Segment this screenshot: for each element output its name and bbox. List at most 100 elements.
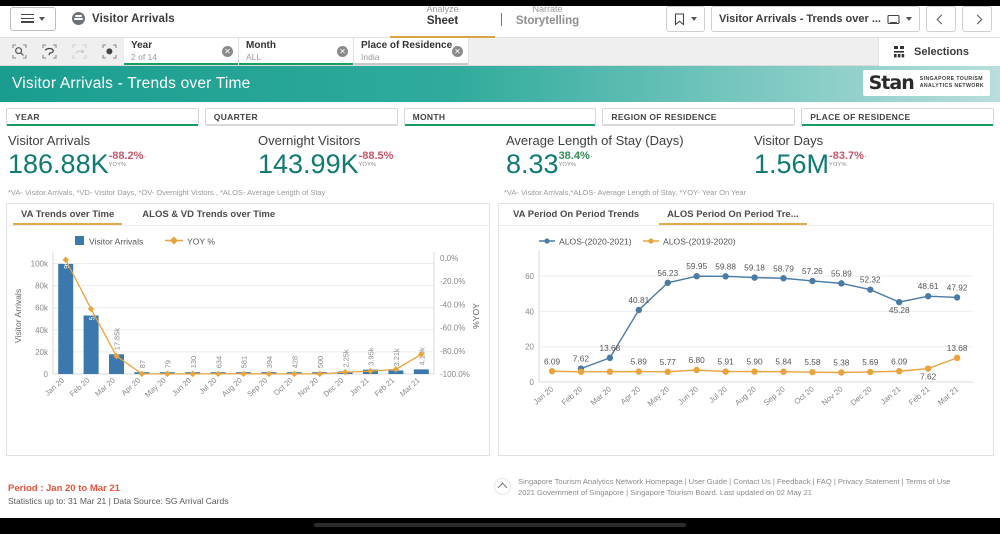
footer-links[interactable]: Singapore Tourism Analytics Network Home… <box>518 476 950 487</box>
svg-text:5.38: 5.38 <box>833 358 850 368</box>
kpi-label: Overnight Visitors <box>258 133 361 148</box>
svg-text:May 20: May 20 <box>646 384 672 408</box>
selection-chip-month[interactable]: Month ALL ✕ <box>239 38 354 65</box>
svg-text:47.92: 47.92 <box>947 282 968 292</box>
svg-text:Apr 20: Apr 20 <box>619 384 643 406</box>
svg-text:ALOS-(2020-2021): ALOS-(2020-2021) <box>559 237 632 247</box>
bookmark-button[interactable] <box>665 6 705 32</box>
selection-chip-year[interactable]: Year 2 of 14 ✕ <box>124 38 239 65</box>
svg-text:May 20: May 20 <box>143 376 168 399</box>
filter-label: QUARTER <box>213 112 258 122</box>
svg-text:Jun 20: Jun 20 <box>170 376 193 398</box>
panel-right-tabs: VA Period On Period Trends ALOS Period O… <box>499 204 993 226</box>
clear-selections-button[interactable] <box>94 38 124 66</box>
svg-text:7.62: 7.62 <box>573 354 590 364</box>
svg-text:20k: 20k <box>35 348 49 357</box>
bookmark-icon <box>674 12 685 26</box>
svg-text:130: 130 <box>189 356 198 368</box>
svg-text:Feb 21: Feb 21 <box>373 376 397 399</box>
svg-text:-60.0%: -60.0% <box>440 324 465 333</box>
filter-place-of-residence[interactable]: PLACE OF RESIDENCE <box>801 108 994 126</box>
lasso-select-button[interactable] <box>34 38 64 66</box>
chevron-right-icon <box>972 14 982 24</box>
svg-text:2.25k: 2.25k <box>341 349 350 367</box>
browser-bottom-chrome <box>0 518 1000 534</box>
period-label: Period : Jan 20 to Mar 21 <box>8 483 120 494</box>
browser-top-chrome <box>0 0 1000 6</box>
svg-text:58.79: 58.79 <box>773 263 794 273</box>
clear-chip-icon[interactable]: ✕ <box>452 46 463 57</box>
kpi-label: Visitor Days <box>754 133 824 148</box>
svg-text:428: 428 <box>291 356 300 368</box>
kpi-trend-dot: · <box>589 151 593 161</box>
filter-region-of-residence[interactable]: REGION OF RESIDENCE <box>602 108 796 126</box>
previous-sheet-button[interactable] <box>926 6 956 32</box>
svg-text:55.89: 55.89 <box>831 268 852 278</box>
svg-text:Sep 20: Sep 20 <box>762 384 787 407</box>
selection-chip-place-of-residence[interactable]: Place of Residence India ✕ <box>354 38 469 65</box>
svg-text:6.80: 6.80 <box>689 355 706 365</box>
clear-chip-icon[interactable]: ✕ <box>222 46 233 57</box>
mode-narrate-label: Storytelling <box>515 15 580 27</box>
page-title: Visitor Arrivals - Trends over Time <box>12 75 251 92</box>
svg-text:3.95k: 3.95k <box>367 347 376 365</box>
chip-state-bar <box>124 62 238 65</box>
kpi-delta-unit: YOY% <box>108 162 127 168</box>
sheet-icon <box>887 14 900 24</box>
svg-text:100k: 100k <box>31 260 49 269</box>
filter-state-bar <box>205 124 397 126</box>
step-back-button[interactable] <box>64 38 94 66</box>
svg-text:48.61: 48.61 <box>918 281 939 291</box>
va-trends-chart[interactable]: Visitor Arrivals YOY % 0 20k 40k 60k 80k 100k Vi… <box>7 226 489 457</box>
svg-text:Jan 21: Jan 21 <box>348 376 371 398</box>
chip-state-bar <box>239 62 353 65</box>
svg-text:Visitor Arrivals: Visitor Arrivals <box>13 289 23 343</box>
chevron-down-icon <box>906 17 912 21</box>
svg-text:581: 581 <box>240 356 249 368</box>
filter-month[interactable]: MONTH <box>403 108 597 126</box>
svg-text:-100.0%: -100.0% <box>440 370 470 379</box>
legend-notes: *VA- Visitor Arrivals, *VD- Visitor Days… <box>0 188 1000 201</box>
selections-grid-icon <box>894 46 905 58</box>
svg-text:40k: 40k <box>35 326 49 335</box>
svg-text:%YOY: %YOY <box>471 303 481 329</box>
tab-alos-period-on-period-trends[interactable]: ALOS Period On Period Tre... <box>653 204 812 225</box>
filter-year[interactable]: YEAR <box>6 108 199 126</box>
svg-text:Dec 20: Dec 20 <box>322 376 346 399</box>
alos-period-on-period-chart[interactable]: ALOS-(2020-2021) ALOS-(2019-2020) 0 20 40 60 7… <box>499 226 993 457</box>
home-indicator <box>314 523 686 527</box>
svg-text:40: 40 <box>525 307 534 316</box>
svg-text:5.58: 5.58 <box>804 357 821 367</box>
sheet-selector-button[interactable]: Visitor Arrivals - Trends over ... <box>710 6 920 32</box>
svg-text:45.28: 45.28 <box>889 305 910 315</box>
chip-state-bar <box>354 62 468 65</box>
filter-state-bar <box>802 124 993 126</box>
svg-text:56.23: 56.23 <box>657 268 678 278</box>
svg-text:Jan 20: Jan 20 <box>532 384 556 406</box>
svg-text:60k: 60k <box>35 304 49 313</box>
scroll-to-top-button[interactable] <box>494 478 511 495</box>
clear-chip-icon[interactable]: ✕ <box>337 46 348 57</box>
selections-label: Selections <box>914 46 970 58</box>
app-name-group[interactable]: Visitor Arrivals <box>72 12 175 25</box>
tab-alos-vd-trends-over-time[interactable]: ALOS & VD Trends over Time <box>128 204 289 225</box>
svg-text:Mar 20: Mar 20 <box>589 384 614 407</box>
svg-text:59.88: 59.88 <box>715 261 736 271</box>
svg-text:Jul 20: Jul 20 <box>197 376 218 396</box>
step-back-icon <box>71 44 87 59</box>
selection-search-button[interactable] <box>4 38 34 66</box>
kpi-delta: -88.5% <box>358 150 394 162</box>
tab-va-period-on-period-trends[interactable]: VA Period On Period Trends <box>499 204 653 225</box>
lasso-select-icon <box>41 44 57 59</box>
next-sheet-button[interactable] <box>962 6 992 32</box>
svg-text:13.68: 13.68 <box>947 343 968 353</box>
hamburger-menu-button[interactable] <box>10 6 56 31</box>
svg-text:5.89: 5.89 <box>631 357 648 367</box>
svg-text:394: 394 <box>265 356 274 368</box>
selections-button[interactable]: Selections <box>878 38 1000 66</box>
filter-state-bar <box>603 124 795 126</box>
kpi-trend-dot: · <box>143 151 147 161</box>
filter-quarter[interactable]: QUARTER <box>204 108 398 126</box>
tab-va-trends-over-time[interactable]: VA Trends over Time <box>7 204 128 225</box>
chip-name: Year <box>131 40 153 51</box>
